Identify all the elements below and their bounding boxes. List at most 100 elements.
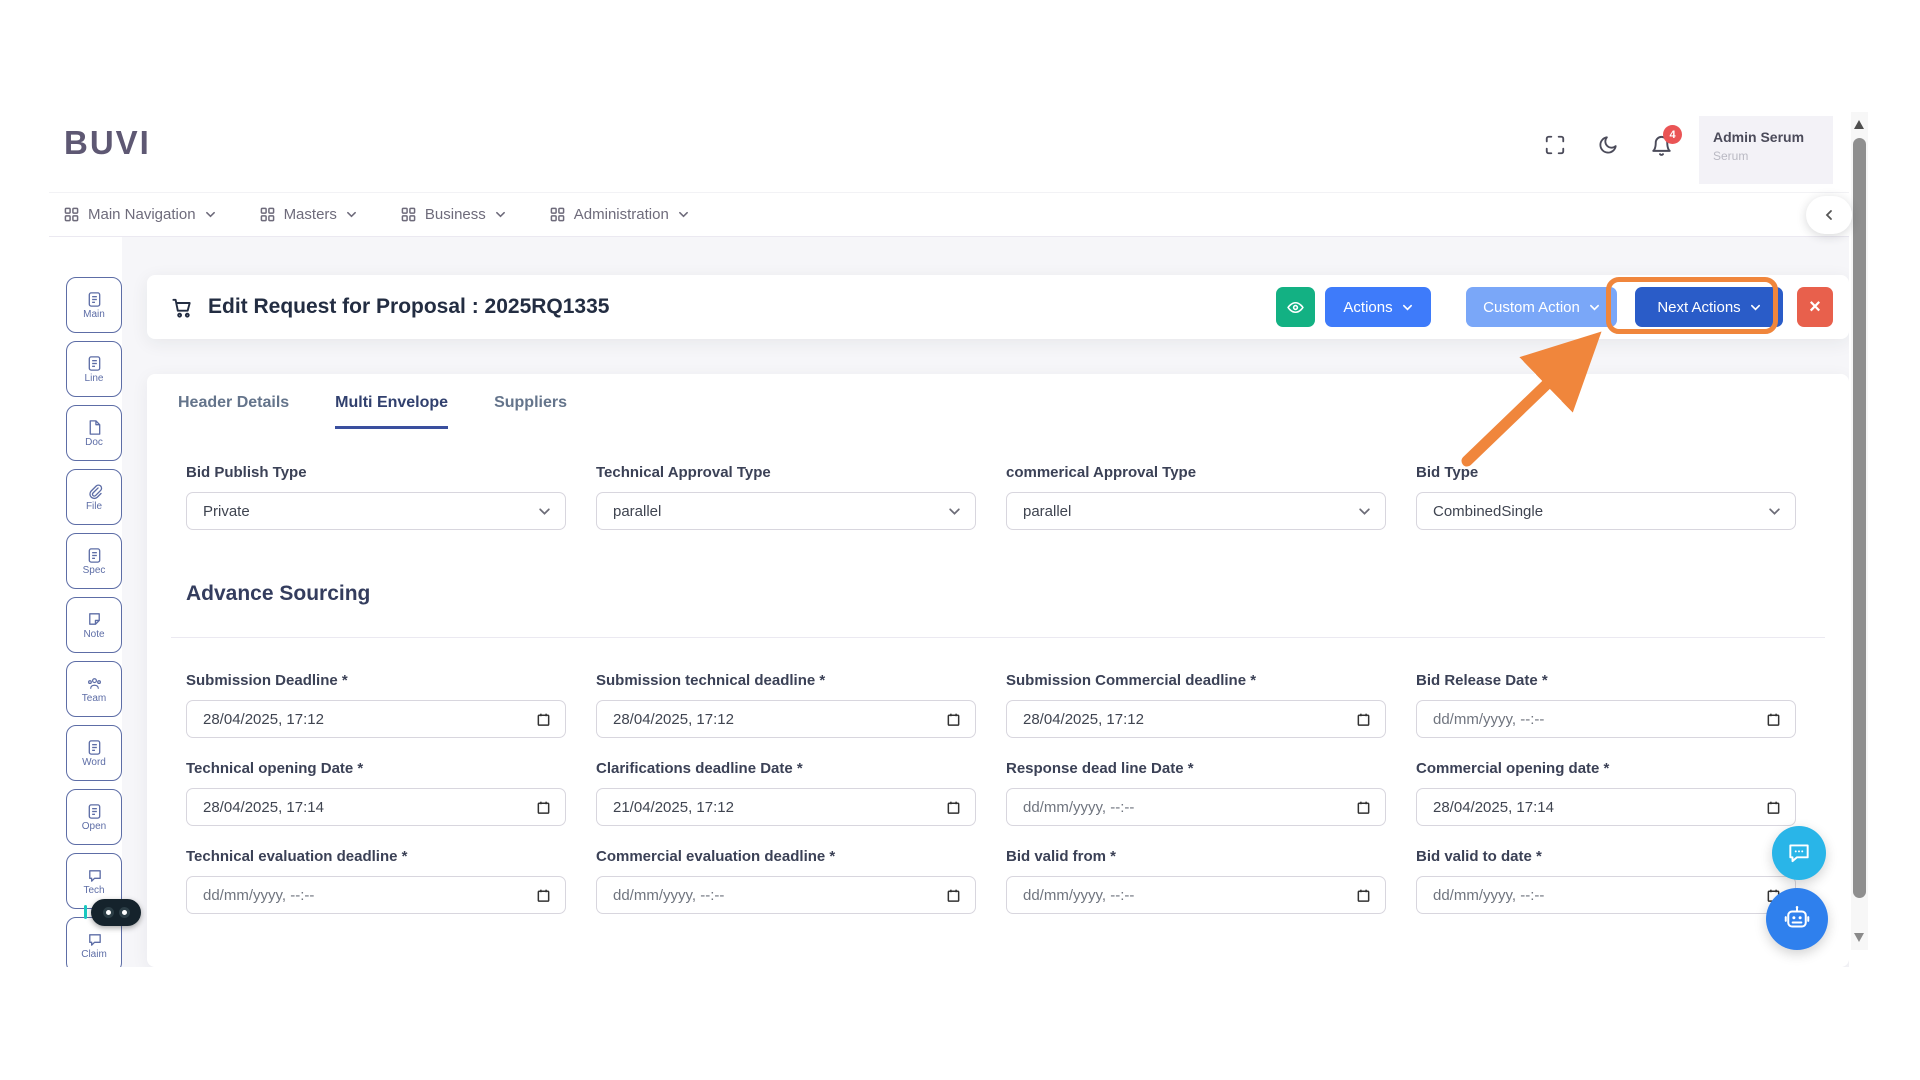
- response-deadline-date-input[interactable]: dd/mm/yyyy, --:--: [1006, 788, 1386, 826]
- user-profile[interactable]: Admin Serum Serum: [1699, 116, 1833, 184]
- chat-fab-button[interactable]: [1772, 826, 1826, 880]
- nav-item-business[interactable]: Business: [401, 206, 506, 223]
- rail-item-file[interactable]: File: [66, 469, 122, 525]
- commercial-approval-type-select[interactable]: parallel: [1006, 492, 1386, 530]
- grid-icon: [260, 207, 275, 222]
- tab-bar: Header Details Multi Envelope Suppliers: [147, 374, 1849, 429]
- custom-action-button[interactable]: Custom Action: [1466, 287, 1617, 327]
- calendar-icon[interactable]: [536, 800, 551, 815]
- calendar-icon[interactable]: [536, 712, 551, 727]
- nav-label: Administration: [574, 206, 669, 223]
- submission-deadline-input[interactable]: 28/04/2025, 17:12: [186, 700, 566, 738]
- dark-mode-moon-icon[interactable]: [1595, 132, 1621, 158]
- date-value: 28/04/2025, 17:12: [613, 711, 734, 728]
- select-row: Bid Publish Type Private Technical Appro…: [186, 464, 1796, 530]
- scrollbar-thumb[interactable]: [1853, 138, 1866, 898]
- bid-publish-type-select[interactable]: Private: [186, 492, 566, 530]
- actions-button-label: Actions: [1343, 299, 1392, 316]
- nav-item-masters[interactable]: Masters: [260, 206, 357, 223]
- form-field: Bid Type CombinedSingle: [1416, 464, 1796, 530]
- field-label: Technical opening Date *: [186, 760, 566, 777]
- document-icon: [86, 355, 103, 372]
- select-value: parallel: [613, 503, 661, 520]
- select-value: CombinedSingle: [1433, 503, 1543, 520]
- calendar-icon[interactable]: [1766, 712, 1781, 727]
- nav-item-administration[interactable]: Administration: [550, 206, 689, 223]
- nav-label: Masters: [284, 206, 337, 223]
- submission-commercial-deadline-input[interactable]: 28/04/2025, 17:12: [1006, 700, 1386, 738]
- date-placeholder: dd/mm/yyyy, --:--: [613, 887, 724, 904]
- scroll-down-arrow[interactable]: [1854, 933, 1864, 942]
- rail-item-main[interactable]: Main: [66, 277, 122, 333]
- field-label: Technical evaluation deadline *: [186, 848, 566, 865]
- grid-icon: [550, 207, 565, 222]
- tab-multi-envelope[interactable]: Multi Envelope: [335, 394, 448, 429]
- form-field: Submission Commercial deadline * 28/04/2…: [1006, 672, 1386, 738]
- bid-valid-from-input[interactable]: dd/mm/yyyy, --:--: [1006, 876, 1386, 914]
- notifications-bell-icon[interactable]: 4: [1648, 132, 1674, 158]
- submission-technical-deadline-input[interactable]: 28/04/2025, 17:12: [596, 700, 976, 738]
- next-actions-button[interactable]: Next Actions: [1635, 287, 1783, 327]
- document-icon: [86, 739, 103, 756]
- chevron-down-icon: [678, 209, 689, 220]
- robot-icon: [1782, 904, 1812, 934]
- actions-button[interactable]: Actions: [1325, 287, 1431, 327]
- rail-label: Word: [82, 758, 106, 768]
- scroll-up-arrow[interactable]: [1854, 120, 1864, 129]
- technical-opening-date-input[interactable]: 28/04/2025, 17:14: [186, 788, 566, 826]
- rail-label: Open: [82, 822, 106, 832]
- calendar-icon[interactable]: [1356, 800, 1371, 815]
- nav-label: Business: [425, 206, 486, 223]
- commercial-evaluation-deadline-input[interactable]: dd/mm/yyyy, --:--: [596, 876, 976, 914]
- fullscreen-icon[interactable]: [1542, 132, 1568, 158]
- user-role: Serum: [1713, 149, 1827, 163]
- tab-suppliers[interactable]: Suppliers: [494, 394, 567, 429]
- bid-type-select[interactable]: CombinedSingle: [1416, 492, 1796, 530]
- rail-item-note[interactable]: Note: [66, 597, 122, 653]
- grid-icon: [401, 207, 416, 222]
- calendar-icon[interactable]: [946, 712, 961, 727]
- rail-item-doc[interactable]: Doc: [66, 405, 122, 461]
- close-button[interactable]: ×: [1797, 287, 1833, 327]
- bid-release-date-input[interactable]: dd/mm/yyyy, --:--: [1416, 700, 1796, 738]
- rail-label: Spec: [83, 566, 106, 576]
- date-value: 28/04/2025, 17:14: [203, 799, 324, 816]
- chevron-down-icon: [1358, 505, 1371, 518]
- preview-eye-button[interactable]: [1276, 287, 1315, 327]
- form-field: Bid valid to date * dd/mm/yyyy, --:--: [1416, 848, 1796, 914]
- team-icon: [86, 675, 103, 692]
- rail-label: Team: [82, 694, 106, 704]
- calendar-icon[interactable]: [1356, 712, 1371, 727]
- date-placeholder: dd/mm/yyyy, --:--: [1433, 711, 1544, 728]
- rail-item-spec[interactable]: Spec: [66, 533, 122, 589]
- rail-label: Tech: [83, 886, 104, 896]
- rail-item-team[interactable]: Team: [66, 661, 122, 717]
- calendar-icon[interactable]: [1766, 800, 1781, 815]
- rail-item-line[interactable]: Line: [66, 341, 122, 397]
- chevron-down-icon: [1589, 302, 1600, 313]
- calendar-icon[interactable]: [1356, 888, 1371, 903]
- assistant-robot-fab-button[interactable]: [1766, 888, 1828, 950]
- field-label: Bid valid to date *: [1416, 848, 1796, 865]
- tab-header-details[interactable]: Header Details: [178, 394, 289, 429]
- field-label: Submission Commercial deadline *: [1006, 672, 1386, 689]
- form-field: Submission Deadline * 28/04/2025, 17:12: [186, 672, 566, 738]
- document-icon: [86, 291, 103, 308]
- clarifications-deadline-date-input[interactable]: 21/04/2025, 17:12: [596, 788, 976, 826]
- eye-icon: [1286, 298, 1305, 317]
- page-scrollbar: [1851, 112, 1868, 950]
- rail-item-open[interactable]: Open: [66, 789, 122, 845]
- technical-evaluation-deadline-input[interactable]: dd/mm/yyyy, --:--: [186, 876, 566, 914]
- calendar-icon[interactable]: [946, 888, 961, 903]
- commercial-opening-date-input[interactable]: 28/04/2025, 17:14: [1416, 788, 1796, 826]
- calendar-icon[interactable]: [536, 888, 551, 903]
- technical-approval-type-select[interactable]: parallel: [596, 492, 976, 530]
- calendar-icon[interactable]: [946, 800, 961, 815]
- form-field: Response dead line Date * dd/mm/yyyy, --…: [1006, 760, 1386, 826]
- form-field: Technical evaluation deadline * dd/mm/yy…: [186, 848, 566, 914]
- rail-item-word[interactable]: Word: [66, 725, 122, 781]
- nav-item-main-navigation[interactable]: Main Navigation: [64, 206, 216, 223]
- bid-valid-to-date-input[interactable]: dd/mm/yyyy, --:--: [1416, 876, 1796, 914]
- sidebar-collapse-button[interactable]: [1806, 196, 1852, 234]
- form-field: Commercial evaluation deadline * dd/mm/y…: [596, 848, 976, 914]
